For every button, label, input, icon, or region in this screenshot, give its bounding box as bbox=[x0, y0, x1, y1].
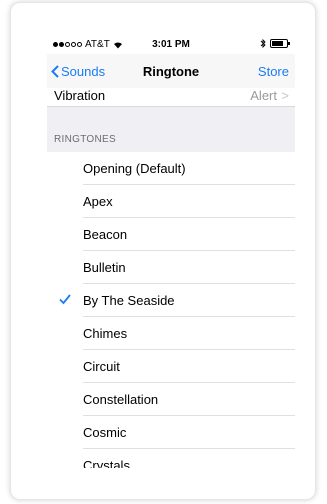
status-bar: AT&T 3:01 PM bbox=[47, 34, 295, 54]
ringtone-row-cosmic[interactable]: Cosmic bbox=[47, 416, 295, 449]
ringtone-row-beacon[interactable]: Beacon bbox=[47, 218, 295, 251]
ringtone-row-constellation[interactable]: Constellation bbox=[47, 383, 295, 416]
ringtone-label: Beacon bbox=[83, 227, 128, 242]
ringtone-label: Opening (Default) bbox=[83, 161, 186, 176]
ringtones-section-header: RINGTONES bbox=[47, 106, 295, 154]
ringtone-label: Cosmic bbox=[83, 425, 127, 440]
vibration-row[interactable]: Vibration Alert > bbox=[47, 88, 295, 106]
ringtone-label: By The Seaside bbox=[83, 293, 175, 308]
status-time: 3:01 PM bbox=[152, 39, 190, 50]
ringtone-row-opening[interactable]: Opening (Default) bbox=[47, 152, 295, 185]
ringtone-label: Crystals bbox=[83, 458, 130, 468]
ringtone-row-chimes[interactable]: Chimes bbox=[47, 317, 295, 350]
store-button[interactable]: Store bbox=[258, 64, 289, 79]
chevron-right-icon: > bbox=[281, 88, 289, 103]
ringtone-row-circuit[interactable]: Circuit bbox=[47, 350, 295, 383]
ringtone-row-by-the-seaside[interactable]: By The Seaside bbox=[47, 284, 295, 317]
ringtone-row-bulletin[interactable]: Bulletin bbox=[47, 251, 295, 284]
ringtone-label: Bulletin bbox=[83, 260, 126, 275]
ringtone-label: Apex bbox=[83, 194, 113, 209]
ringtone-label: Circuit bbox=[83, 359, 120, 374]
section-title: RINGTONES bbox=[54, 134, 116, 145]
checkmark-icon bbox=[59, 294, 71, 305]
status-right bbox=[260, 39, 290, 48]
battery-icon bbox=[270, 39, 290, 48]
ringtone-label: Constellation bbox=[83, 392, 159, 407]
vibration-value: Alert bbox=[250, 88, 277, 103]
ringtone-row-crystals[interactable]: Crystals bbox=[47, 449, 295, 468]
ringtone-label: Chimes bbox=[83, 326, 128, 341]
bluetooth-icon bbox=[260, 39, 266, 48]
ringtone-list: Opening (Default) Apex Beacon Bulletin B… bbox=[47, 152, 295, 468]
vibration-label: Vibration bbox=[54, 88, 106, 103]
ringtone-row-apex[interactable]: Apex bbox=[47, 185, 295, 218]
navigation-bar: Sounds Ringtone Store bbox=[47, 54, 295, 88]
phone-screen: AT&T 3:01 PM Sounds Ringtone Store Vibra… bbox=[47, 34, 295, 468]
